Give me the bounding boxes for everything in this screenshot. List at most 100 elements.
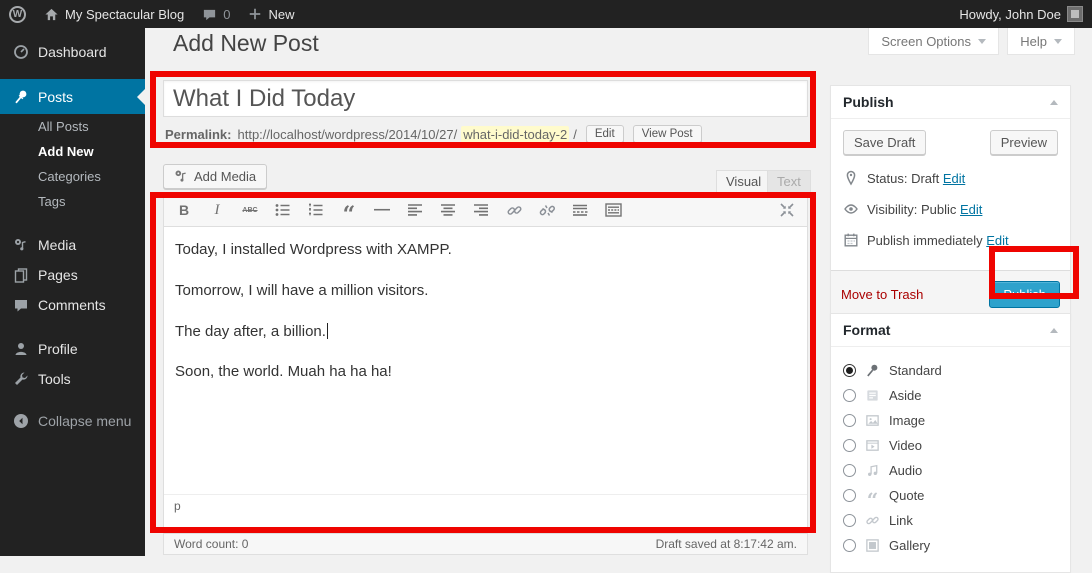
format-option-link[interactable]: Link	[843, 508, 1058, 533]
format-option-quote[interactable]: “ Quote	[843, 483, 1058, 508]
help-tab[interactable]: Help	[1007, 28, 1075, 55]
site-name-link[interactable]: My Spectacular Blog	[35, 0, 193, 28]
comment-bubble-icon	[202, 7, 217, 22]
sidebar-item-comments[interactable]: Comments	[0, 290, 145, 320]
comments-count: 0	[223, 7, 230, 22]
visibility-row: Visibility: Public Edit	[843, 201, 1058, 217]
sidebar-item-dashboard[interactable]: Dashboard	[0, 37, 145, 67]
strikethrough-icon[interactable]: ABC	[240, 200, 260, 220]
format-box-body: Standard Aside Image Video	[831, 347, 1070, 568]
sidebar-item-pages[interactable]: Pages	[0, 260, 145, 290]
post-title-input[interactable]: What I Did Today	[163, 80, 808, 117]
align-center-icon[interactable]	[438, 200, 458, 220]
new-label: New	[268, 7, 294, 22]
editor-toolbar: B I ABC “ —	[164, 194, 807, 227]
view-post-button[interactable]: View Post	[633, 125, 702, 143]
admin-bar-comments[interactable]: 0	[193, 0, 239, 28]
sidebar-label-tools: Tools	[38, 371, 71, 387]
sidebar-label-media: Media	[38, 237, 76, 253]
format-box-title: Format	[843, 322, 890, 338]
more-tag-icon[interactable]	[570, 200, 590, 220]
toolbar-toggle-icon[interactable]	[603, 200, 623, 220]
screen-options-tab[interactable]: Screen Options	[868, 28, 999, 55]
blockquote-icon[interactable]: “	[339, 200, 359, 220]
format-box: Format Standard Aside Image	[830, 313, 1071, 573]
format-option-image[interactable]: Image	[843, 408, 1058, 433]
publish-button[interactable]: Publish	[989, 281, 1060, 308]
sidebar-item-tags[interactable]: Tags	[0, 189, 145, 214]
visual-tab[interactable]: Visual	[716, 170, 771, 193]
editor-paragraph: Today, I installed Wordpress with XAMPP.	[175, 239, 796, 261]
unlink-icon[interactable]	[537, 200, 557, 220]
sidebar-item-posts[interactable]: Posts	[0, 79, 145, 114]
sidebar-item-add-new[interactable]: Add New	[0, 139, 145, 164]
italic-icon[interactable]: I	[207, 200, 227, 220]
radio-gallery[interactable]	[843, 539, 856, 552]
format-option-aside[interactable]: Aside	[843, 383, 1058, 408]
sidebar-item-profile[interactable]: Profile	[0, 334, 145, 364]
radio-link[interactable]	[843, 514, 856, 527]
numbered-list-icon[interactable]	[306, 200, 326, 220]
sidebar-item-tools[interactable]: Tools	[0, 364, 145, 394]
schedule-row: Publish immediately Edit	[843, 232, 1058, 248]
admin-bar-new[interactable]: New	[239, 0, 303, 28]
media-icon	[13, 237, 29, 253]
permalink-label: Permalink:	[165, 127, 231, 142]
account-menu[interactable]: Howdy, John Doe	[950, 0, 1092, 28]
radio-standard[interactable]	[843, 364, 856, 377]
collapse-toggle-icon[interactable]	[1050, 328, 1058, 333]
format-option-audio[interactable]: Audio	[843, 458, 1058, 483]
sidebar-item-media[interactable]: Media	[0, 230, 145, 260]
plus-icon	[248, 7, 262, 21]
bold-icon[interactable]: B	[174, 200, 194, 220]
wordpress-logo-icon: W	[9, 6, 26, 23]
format-quote-icon: “	[864, 487, 881, 504]
post-status-icon	[843, 170, 859, 186]
publish-box-header[interactable]: Publish	[831, 86, 1070, 119]
move-to-trash-link[interactable]: Move to Trash	[841, 287, 923, 302]
sidebar-item-categories[interactable]: Categories	[0, 164, 145, 189]
sidebar-item-all-posts[interactable]: All Posts	[0, 114, 145, 139]
collapse-toggle-icon[interactable]	[1050, 100, 1058, 105]
comments-icon	[13, 297, 29, 313]
link-icon[interactable]	[504, 200, 524, 220]
horizontal-rule-icon[interactable]: —	[372, 200, 392, 220]
sidebar-item-collapse-menu[interactable]: Collapse menu	[0, 406, 145, 436]
radio-quote[interactable]	[843, 489, 856, 502]
permalink-edit-button[interactable]: Edit	[586, 125, 624, 143]
text-cursor	[327, 323, 328, 339]
preview-button[interactable]: Preview	[990, 130, 1058, 155]
collapse-icon	[13, 413, 29, 429]
radio-aside[interactable]	[843, 389, 856, 402]
edit-schedule-link[interactable]: Edit	[986, 233, 1008, 248]
edit-status-link[interactable]: Edit	[943, 171, 965, 186]
format-option-standard[interactable]: Standard	[843, 358, 1058, 383]
format-box-header[interactable]: Format	[831, 314, 1070, 347]
chevron-down-icon	[978, 39, 986, 44]
align-left-icon[interactable]	[405, 200, 425, 220]
radio-audio[interactable]	[843, 464, 856, 477]
format-standard-icon	[864, 362, 881, 379]
bullet-list-icon[interactable]	[273, 200, 293, 220]
admin-sidebar: Dashboard Posts All Posts Add New Catego…	[0, 28, 145, 556]
posts-submenu: All Posts Add New Categories Tags	[0, 114, 145, 220]
edit-visibility-link[interactable]: Edit	[960, 202, 982, 217]
sidebar-label-profile: Profile	[38, 341, 78, 357]
radio-video[interactable]	[843, 439, 856, 452]
publish-box-title: Publish	[843, 94, 894, 110]
text-tab[interactable]: Text	[767, 170, 811, 193]
add-media-button[interactable]: Add Media	[163, 164, 267, 189]
format-option-gallery[interactable]: Gallery	[843, 533, 1058, 558]
wordpress-logo[interactable]: W	[0, 0, 35, 28]
status-row: Status: Draft Edit	[843, 170, 1058, 186]
autosave-status: Draft saved at 8:17:42 am.	[656, 537, 797, 551]
sidebar-label-pages: Pages	[38, 267, 78, 283]
format-option-video[interactable]: Video	[843, 433, 1058, 458]
save-draft-button[interactable]: Save Draft	[843, 130, 926, 155]
dashboard-icon	[13, 44, 29, 60]
editor-content-area[interactable]: Today, I installed Wordpress with XAMPP.…	[164, 227, 807, 494]
radio-image[interactable]	[843, 414, 856, 427]
align-right-icon[interactable]	[471, 200, 491, 220]
fullscreen-icon[interactable]	[777, 200, 797, 220]
admin-bar: W My Spectacular Blog 0 New Howdy, John …	[0, 0, 1092, 28]
